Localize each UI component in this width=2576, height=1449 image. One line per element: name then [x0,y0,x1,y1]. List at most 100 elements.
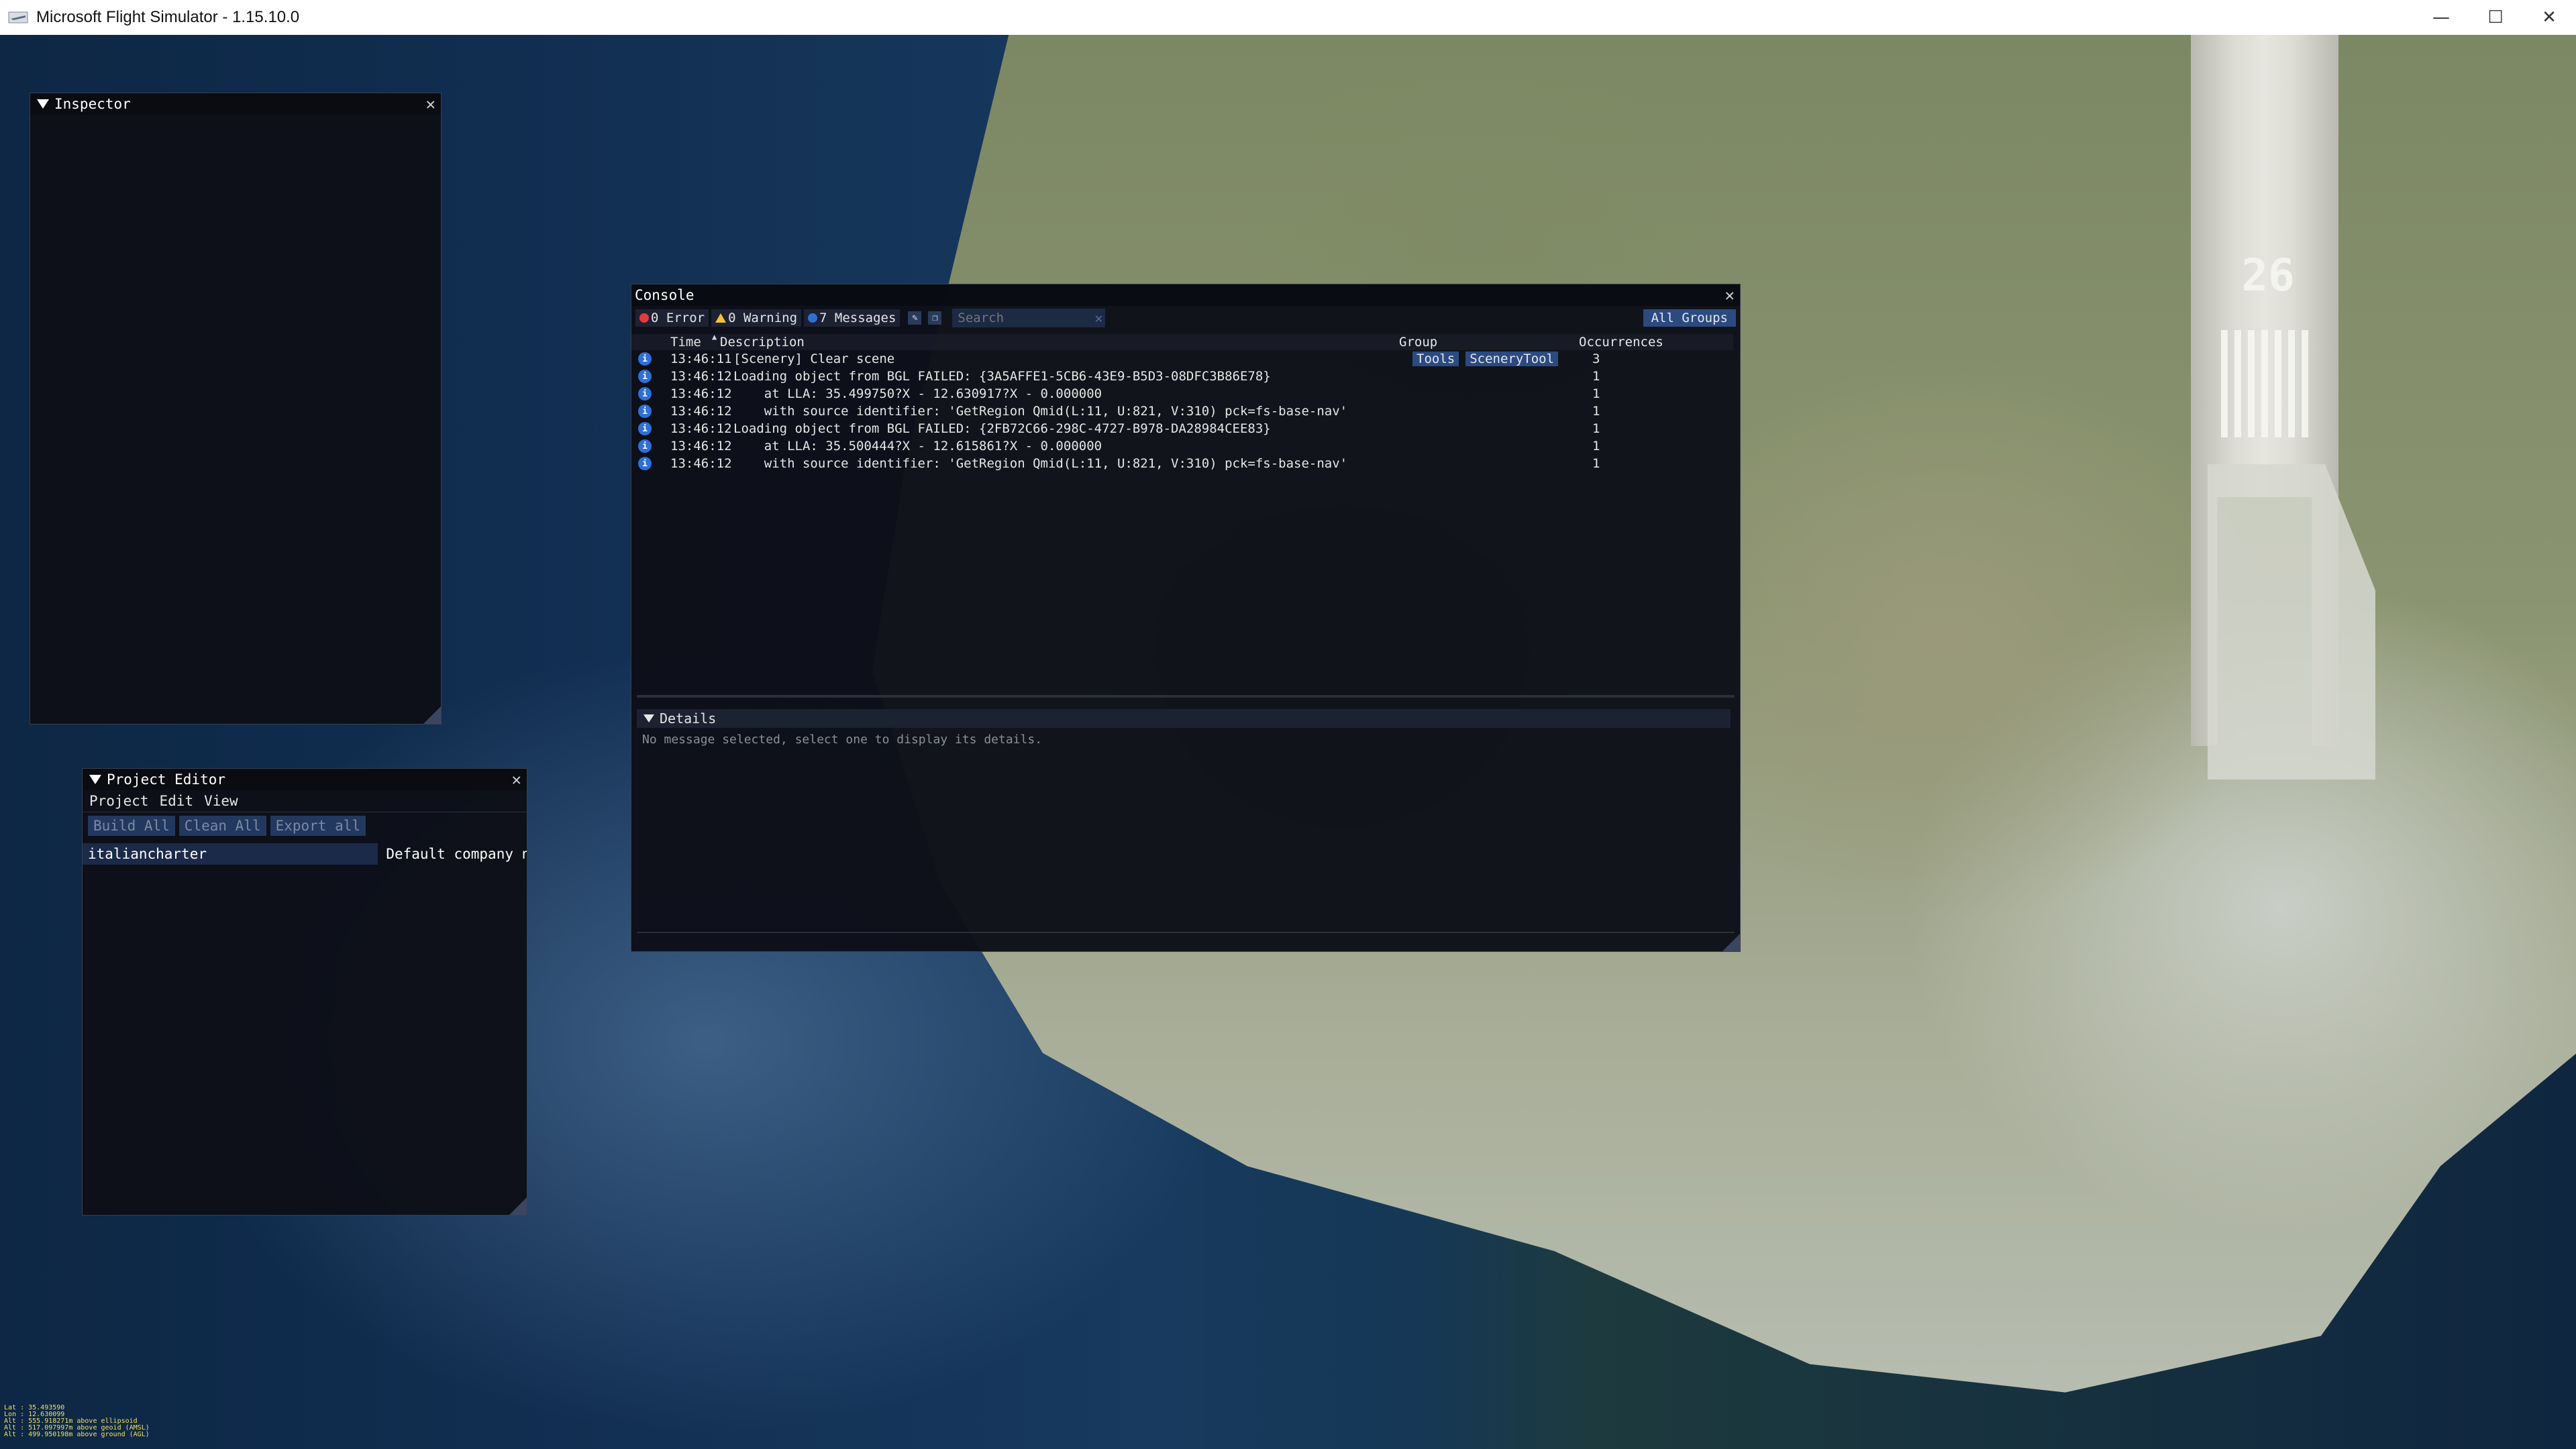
collapse-arrow-icon[interactable] [37,99,49,109]
warning-filter-label: 0 Warning [728,311,798,325]
row-occurrences: 1 [1592,386,1600,401]
table-row[interactable]: i 13:46:12 at LLA: 35.499750?X - 12.6309… [631,385,1740,402]
group-tag[interactable]: SceneryTool [1465,352,1559,366]
minimize-button[interactable]: — [2414,0,2469,35]
table-row[interactable]: i 13:46:12 with source identifier: 'GetR… [631,402,1740,420]
column-header-description-label: Description [720,335,805,350]
collapse-arrow-icon[interactable] [643,714,654,722]
inspector-titlebar[interactable]: Inspector ✕ [30,93,441,115]
menu-edit[interactable]: Edit [160,793,194,809]
info-icon: i [638,387,652,400]
info-icon: i [638,439,652,453]
info-icon: i [638,352,652,366]
error-icon [639,313,649,323]
console-toolbar: 0 Error 0 Warning 7 Messages ✎ ❐ ✕ All G… [631,306,1740,330]
inspector-close-button[interactable]: ✕ [426,95,435,113]
search-input[interactable] [956,310,1087,326]
table-row[interactable]: i 13:46:12 with source identifier: 'GetR… [631,455,1740,472]
project-editor-resize-grip[interactable] [509,1197,527,1215]
console-panel: Console ✕ 0 Error 0 Warning 7 Messages ✎… [631,284,1741,952]
info-icon: i [638,422,652,435]
row-time: 13:46:11 [670,352,732,366]
row-description: Loading object from BGL FAILED: {2FB72C6… [733,421,1271,436]
project-editor-title: Project Editor [107,771,226,788]
collapse-arrow-icon[interactable] [89,775,101,784]
inspector-resize-grip[interactable] [423,706,441,724]
details-title: Details [660,710,717,727]
runway-threshold-markings [2221,330,2312,437]
groups-dropdown[interactable]: All Groups [1643,309,1736,327]
project-menubar: Project Edit View [83,790,527,812]
info-icon: i [638,405,652,418]
row-time: 13:46:12 [670,439,732,453]
row-group: Tools SceneryTool [1412,352,1592,366]
log-table-header: Time ▲ Description Group Occurrences [631,332,1733,350]
row-occurrences: 3 [1592,352,1600,366]
row-description: with source identifier: 'GetRegion Qmid(… [733,456,1348,471]
row-description: with source identifier: 'GetRegion Qmid(… [733,404,1348,419]
coord-alt-agl: Alt : 499.950198m above ground (AGL) [4,1431,150,1438]
table-row[interactable]: i 13:46:11 [Scenery] Clear scene Tools S… [631,350,1740,368]
divider [637,932,1735,933]
project-editor-titlebar[interactable]: Project Editor ✕ [83,769,527,790]
clean-all-button[interactable]: Clean All [178,816,266,836]
table-row[interactable]: i 13:46:12 Loading object from BGL FAILE… [631,368,1740,385]
search-clear-button[interactable]: ✕ [1094,310,1102,326]
project-toolbar: Build All Clean All Export all [83,812,527,839]
details-empty-text: No message selected, select one to displ… [642,733,1043,747]
group-tag[interactable]: Tools [1412,352,1459,366]
column-header-occurrences[interactable]: Occurrences [1579,335,1713,350]
project-row[interactable]: italiancharter Default company n [83,842,527,866]
window-titlebar: Microsoft Flight Simulator - 1.15.10.0 —… [0,0,2576,36]
project-editor-close-button[interactable]: ✕ [512,770,521,789]
console-resize-grip[interactable] [1722,934,1740,951]
search-box[interactable]: ✕ [952,309,1106,327]
copy-icon[interactable]: ❐ [928,311,942,325]
warning-filter-button[interactable]: 0 Warning [711,309,802,327]
row-description: [Scenery] Clear scene [733,352,895,366]
console-title: Console [635,287,694,303]
inspector-title: Inspector [54,96,131,112]
row-description: at LLA: 35.500444?X - 12.615861?X - 0.00… [733,439,1102,453]
sort-ascending-icon: ▲ [712,332,717,341]
project-editor-panel: Project Editor ✕ Project Edit View Build… [82,768,527,1216]
row-time: 13:46:12 [670,421,732,436]
runway-number: 26 [2241,250,2295,301]
error-filter-button[interactable]: 0 Error [635,309,709,327]
row-time: 13:46:12 [670,386,732,401]
console-close-button[interactable]: ✕ [1725,286,1735,305]
log-table-body: i 13:46:11 [Scenery] Clear scene Tools S… [631,350,1740,472]
warning-icon [715,313,727,323]
messages-filter-button[interactable]: 7 Messages [804,309,900,327]
details-header[interactable]: Details [637,709,1731,728]
row-occurrences: 1 [1592,404,1600,419]
menu-view[interactable]: View [204,793,238,809]
row-description: at LLA: 35.499750?X - 12.630917?X - 0.00… [733,386,1102,401]
row-time: 13:46:12 [670,456,732,471]
error-filter-label: 0 Error [651,311,705,325]
info-icon: i [638,370,652,383]
coordinates-overlay: Lat : 35.493590 Lon : 12.630099 Alt : 55… [4,1405,150,1438]
column-header-description[interactable]: ▲ Description [712,332,1399,350]
maximize-button[interactable]: ☐ [2468,0,2523,35]
clear-console-icon[interactable]: ✎ [908,311,922,325]
project-company: Default company n [386,846,527,862]
row-occurrences: 1 [1592,421,1600,436]
console-splitter[interactable] [637,695,1735,698]
row-occurrences: 1 [1592,456,1600,471]
table-row[interactable]: i 13:46:12 Loading object from BGL FAILE… [631,420,1740,437]
export-all-button[interactable]: Export all [270,816,366,836]
project-name[interactable]: italiancharter [83,843,378,865]
info-icon: i [638,457,652,470]
inspector-panel: Inspector ✕ [30,93,442,724]
close-window-button[interactable]: ✕ [2522,0,2576,35]
menu-project[interactable]: Project [89,793,149,809]
build-all-button[interactable]: Build All [88,816,175,836]
column-header-group[interactable]: Group [1399,335,1579,350]
window-title: Microsoft Flight Simulator - 1.15.10.0 [36,8,300,26]
column-header-time[interactable]: Time [635,335,720,350]
row-time: 13:46:12 [670,404,732,419]
app-plane-icon [8,11,28,23]
console-titlebar[interactable]: Console ✕ [631,284,1740,306]
table-row[interactable]: i 13:46:12 at LLA: 35.500444?X - 12.6158… [631,437,1740,455]
